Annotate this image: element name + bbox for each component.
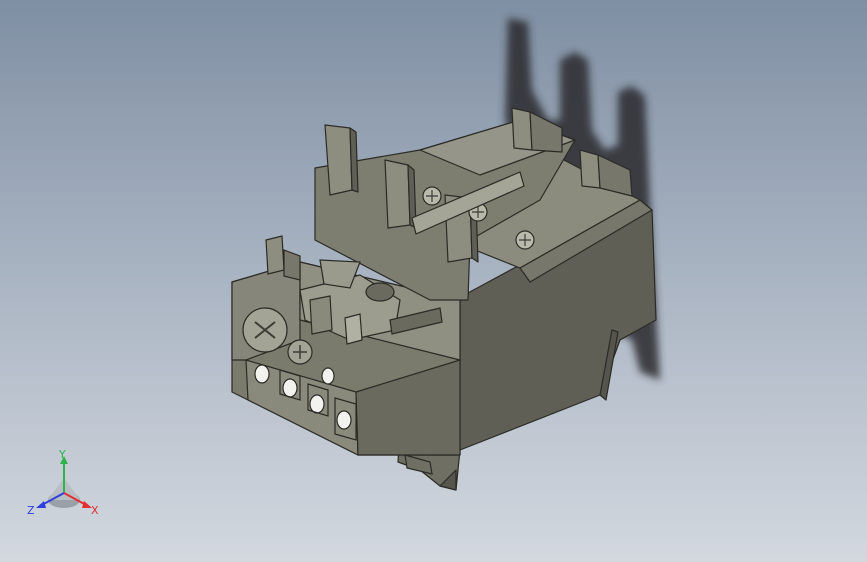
z-axis-label: Z <box>27 504 35 517</box>
relay-3d-model[interactable] <box>0 0 867 562</box>
3d-viewport[interactable]: Y X Z <box>0 0 867 562</box>
z-axis-arrow <box>36 501 46 508</box>
x-axis-label: X <box>91 504 99 517</box>
y-axis-label: Y <box>58 448 66 461</box>
coordinate-triad[interactable]: Y X Z <box>22 448 108 528</box>
